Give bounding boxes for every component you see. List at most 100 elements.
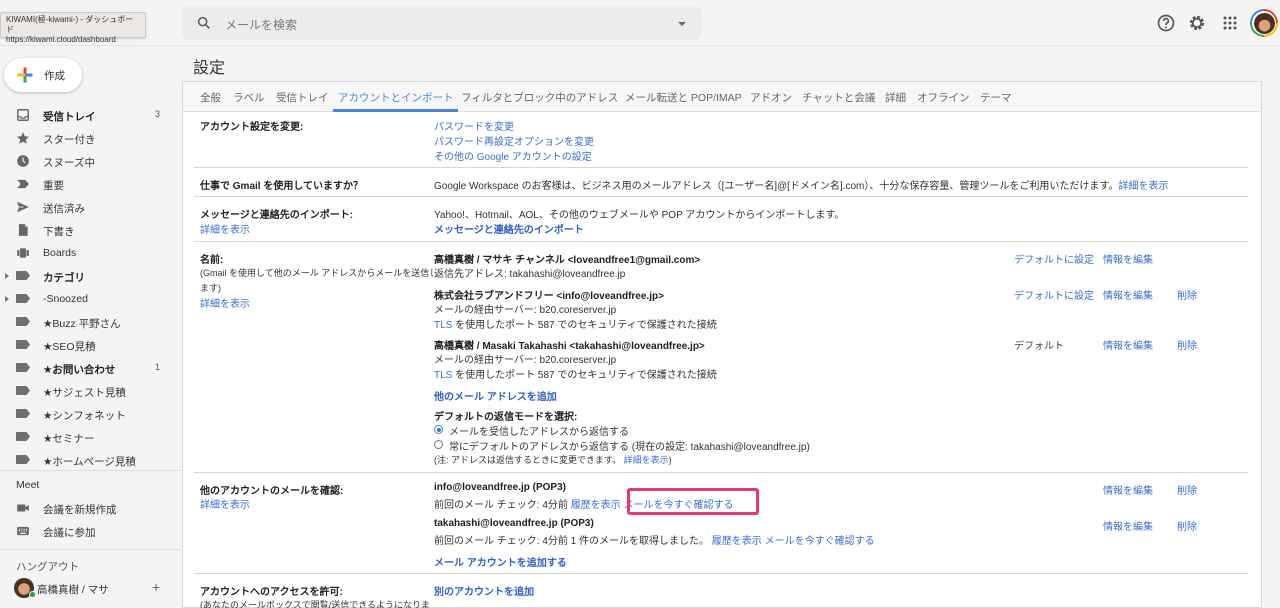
view-history-link[interactable]: 履歴を表示: [571, 500, 621, 511]
highlight-box: [627, 488, 759, 515]
meet-new-meeting[interactable]: 会議を新規作成: [0, 497, 180, 519]
other-google-account-settings-link[interactable]: その他の Google アカウントの設定: [434, 148, 592, 163]
tooltip-url: https://kiwami.cloud/dashboard: [6, 35, 116, 44]
tab-inbox[interactable]: 受信トレイ: [276, 90, 329, 105]
link-tooltip: KIWAMI(極-kiwami-) - ダッシュボード https://kiwa…: [0, 12, 146, 44]
add-another-account-link[interactable]: 別のアカウントを追加: [434, 583, 534, 598]
tab-advanced[interactable]: 詳細: [885, 90, 906, 105]
workspace-description: Google Workspace のお客様は、ビジネス用のメールアドレス（[ユー…: [434, 181, 1119, 192]
apps-grid-icon[interactable]: [1220, 13, 1240, 33]
sidebar-item-label-homepage[interactable]: ★ホームページ見積: [0, 449, 180, 471]
sidebar-item-label-buzz[interactable]: ★Buzz 平野さん: [0, 311, 180, 333]
edit-info-link[interactable]: 情報を編集: [1103, 287, 1153, 302]
change-recovery-options-link[interactable]: パスワード再設定オプションを変更: [434, 133, 594, 148]
settings-tabs: 全般 ラベル 受信トレイ アカウントとインポート フィルタとブロック中のアドレス…: [183, 82, 1261, 112]
sidebar-item-label-inquiry[interactable]: ★お問い合わせ 1: [0, 357, 180, 379]
sidebar-item-important[interactable]: 重要: [0, 173, 180, 195]
grant-access-sublabel: (あなたのメールボックスで閲覧/送信できるようになりま: [200, 600, 431, 608]
check-mail-now-link[interactable]: メールを今すぐ確認する: [765, 536, 875, 547]
delete-link[interactable]: 削除: [1177, 482, 1197, 497]
compose-button[interactable]: 作成: [4, 58, 82, 92]
view-history-link[interactable]: 履歴を表示: [712, 536, 762, 547]
make-default-link[interactable]: デフォルトに設定: [1014, 251, 1094, 266]
tls-info: TLS を使用したポート 587 でのセキュリティで保護された接続: [434, 366, 717, 381]
sidebar-item-snoozed[interactable]: スヌーズ中: [0, 150, 180, 172]
tab-offline[interactable]: オフライン: [917, 90, 970, 105]
reply-note-learn-more-link[interactable]: 詳細を表示: [624, 455, 669, 465]
sidebar-item-sent[interactable]: 送信済み: [0, 196, 180, 218]
expand-arrow-icon[interactable]: [5, 273, 9, 279]
check-mail-learn-more-link[interactable]: 詳細を表示: [200, 496, 250, 511]
send-as-account-name: 高橋真樹 / Masaki Takahashi <takahashi@lovea…: [434, 341, 705, 352]
sidebar-item-label-seo[interactable]: ★SEO見積: [0, 334, 180, 356]
add-email-address-link[interactable]: 他のメール アドレスを追加: [434, 388, 557, 403]
hangouts-title: ハングアウト: [16, 561, 79, 573]
delete-link[interactable]: 削除: [1177, 337, 1197, 352]
tab-filters[interactable]: フィルタとブロック中のアドレス: [461, 90, 618, 105]
tab-labels[interactable]: ラベル: [233, 90, 265, 105]
meet-item-label: 会議に参加: [43, 527, 96, 539]
inbox-icon: [17, 109, 29, 121]
sidebar-item-label: 送信済み: [43, 203, 85, 215]
sidebar-item-boards[interactable]: Boards: [0, 242, 180, 264]
last-check-text: 前回のメール チェック: 4分前 1 件のメールを取得しました。: [434, 536, 710, 547]
tab-themes[interactable]: テーマ: [980, 90, 1012, 105]
reply-from-default-radio[interactable]: [434, 440, 443, 449]
meet-join-meeting[interactable]: 会議に参加: [0, 520, 180, 542]
section-divider: [194, 241, 1248, 242]
import-description: Yahoo!、Hotmail、AOL、その他のウェブメールや POP アカウント…: [434, 210, 845, 221]
tab-addons[interactable]: アドオン: [750, 90, 792, 105]
edit-info-link[interactable]: 情報を編集: [1103, 251, 1153, 266]
label-icon: [16, 338, 30, 352]
gear-icon[interactable]: [1187, 13, 1207, 33]
sidebar-item-label-suggest[interactable]: ★サジェスト見積: [0, 380, 180, 402]
smtp-server-info: メールの経由サーバー: b20.coreserver.jp: [434, 305, 617, 316]
tab-general[interactable]: 全般: [200, 90, 221, 105]
reply-from-received-radio[interactable]: [434, 425, 443, 434]
workspace-learn-more-link[interactable]: 詳細を表示: [1118, 181, 1168, 192]
label-icon: [16, 453, 30, 467]
tls-link[interactable]: TLS: [434, 320, 452, 331]
account-avatar[interactable]: [1250, 9, 1278, 37]
help-icon[interactable]: [1156, 13, 1176, 33]
sidebar-item-categories[interactable]: カテゴリ: [0, 265, 180, 287]
tls-link[interactable]: TLS: [434, 370, 452, 381]
edit-info-link[interactable]: 情報を編集: [1103, 337, 1153, 352]
search-options-icon[interactable]: [678, 22, 686, 26]
sidebar-item-snoozed-label[interactable]: -Snoozed: [0, 288, 180, 310]
search-icon: [197, 16, 210, 29]
sidebar-item-starred[interactable]: スター付き: [0, 127, 180, 149]
add-mail-account-link[interactable]: メール アカウントを追加する: [434, 554, 567, 569]
reply-mode-title: デフォルトの返信モードを選択:: [434, 412, 578, 423]
search-input[interactable]: メールを検索: [225, 16, 297, 33]
delete-link[interactable]: 削除: [1177, 287, 1197, 302]
sidebar-item-drafts[interactable]: 下書き: [0, 219, 180, 241]
change-password-link[interactable]: パスワードを変更: [434, 118, 514, 133]
label-icon: [16, 361, 30, 375]
sidebar-item-label-seminar[interactable]: ★セミナー: [0, 426, 180, 448]
tab-chat-meet[interactable]: チャットと会議: [802, 90, 875, 105]
tab-forwarding-pop-imap[interactable]: メール転送と POP/IMAP: [625, 90, 742, 105]
hangouts-user[interactable]: 高橋真樹 / マサ +: [0, 577, 180, 599]
import-messages-contacts-link[interactable]: メッセージと連絡先のインポート: [434, 221, 584, 236]
edit-info-link[interactable]: 情報を編集: [1103, 518, 1153, 533]
sidebar-item-label: ★Buzz 平野さん: [43, 318, 121, 330]
draft-icon: [18, 224, 28, 236]
sidebar-item-label: ★SEO見積: [43, 341, 96, 353]
search-bar[interactable]: メールを検索: [182, 6, 702, 40]
send-as-reply-to: 返信先アドレス: takahashi@loveandfree.jp: [434, 269, 626, 280]
label-icon: [16, 269, 30, 283]
delete-link[interactable]: 削除: [1177, 518, 1197, 533]
sidebar-item-label-symphonet[interactable]: ★シンフォネット: [0, 403, 180, 425]
send-as-learn-more-link[interactable]: 詳細を表示: [200, 295, 250, 310]
edit-info-link[interactable]: 情報を編集: [1103, 482, 1153, 497]
import-learn-more-link[interactable]: 詳細を表示: [200, 221, 250, 236]
sidebar-item-inbox[interactable]: 受信トレイ 3: [0, 104, 180, 126]
keyboard-icon: [17, 526, 29, 536]
reply-note: (注: アドレスは返信するときに変更できます。 詳細を表示): [434, 453, 672, 466]
add-contact-button[interactable]: +: [152, 579, 160, 595]
tab-accounts-import[interactable]: アカウントとインポート: [338, 90, 454, 105]
expand-arrow-icon[interactable]: [5, 296, 9, 302]
important-icon: [17, 179, 29, 189]
make-default-link[interactable]: デフォルトに設定: [1014, 287, 1094, 302]
